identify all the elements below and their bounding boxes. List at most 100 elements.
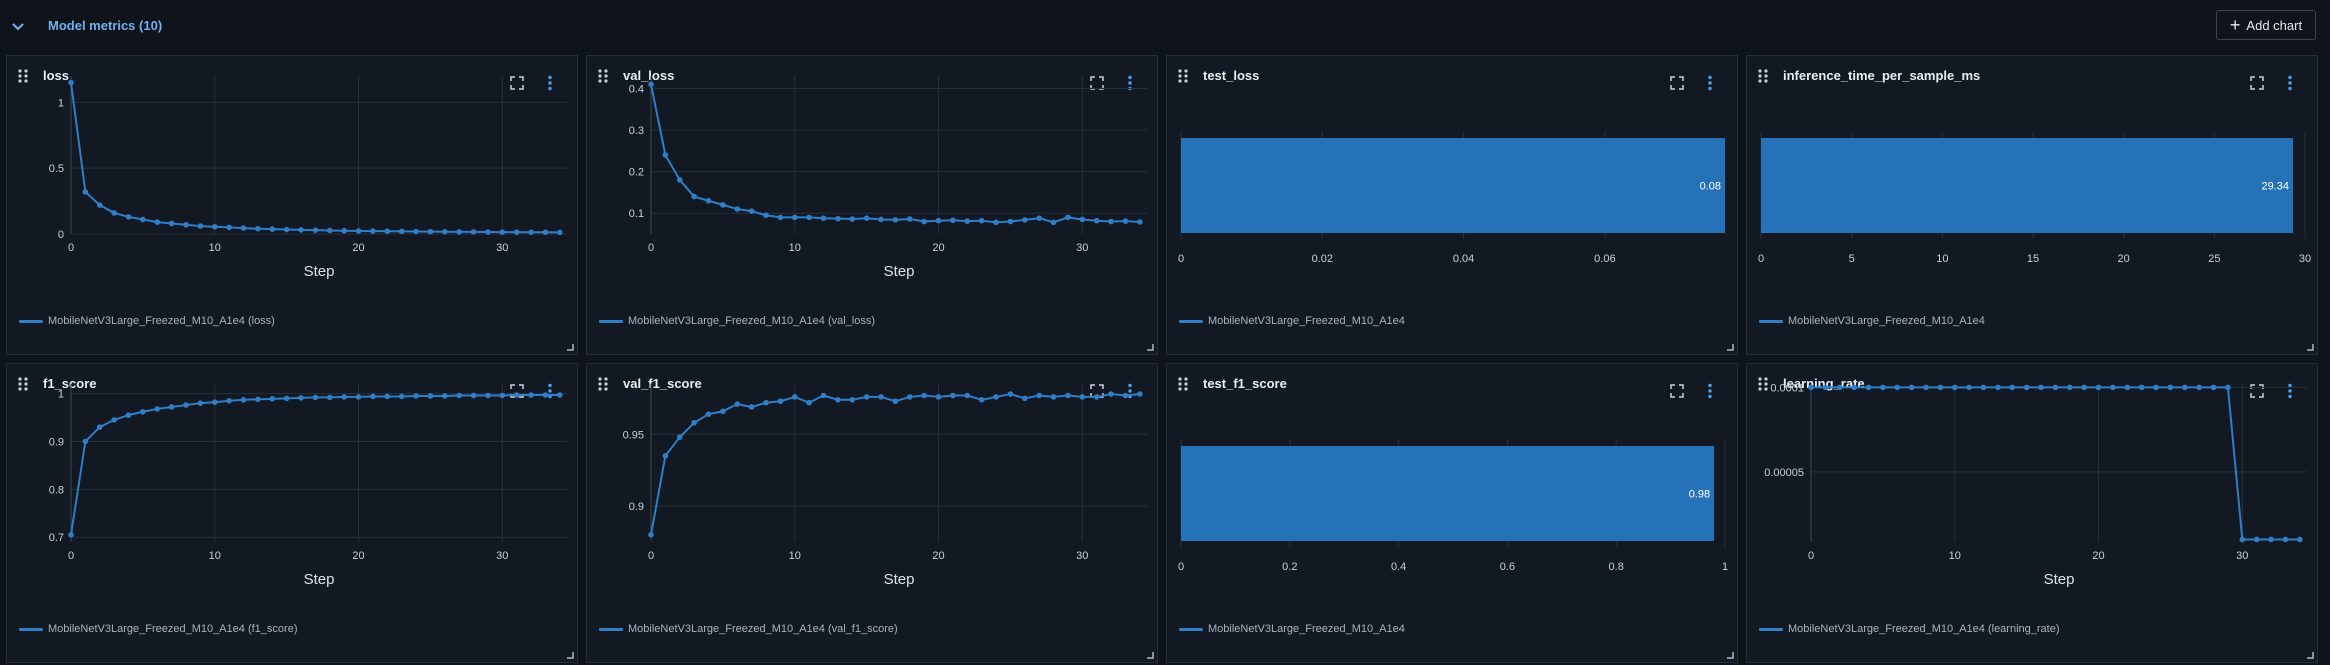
legend-item[interactable]: MobileNetV3Large_Freezed_M10_A1e4	[1179, 315, 1405, 327]
data-point	[96, 424, 103, 430]
data-point	[863, 215, 870, 221]
data-point	[921, 218, 927, 225]
resize-handle-icon[interactable]	[567, 652, 574, 659]
x-tick-label: 10	[789, 550, 801, 562]
data-point	[2225, 384, 2231, 391]
legend-label: MobileNetV3Large_Freezed_M10_A1e4 (loss)	[48, 315, 275, 327]
x-tick-label: 5	[1849, 253, 1855, 265]
data-point	[211, 399, 218, 405]
data-point	[676, 434, 683, 440]
data-point	[2153, 384, 2159, 391]
x-tick-label: 15	[2027, 253, 2039, 265]
legend-item[interactable]: MobileNetV3Large_Freezed_M10_A1e4 (val_l…	[599, 315, 875, 327]
legend-item[interactable]: MobileNetV3Large_Freezed_M10_A1e4	[1759, 315, 1985, 327]
data-point	[499, 229, 506, 235]
data-point	[68, 79, 74, 86]
series-line	[70, 394, 560, 535]
legend-item[interactable]: MobileNetV3Large_Freezed_M10_A1e4 (val_f…	[599, 623, 898, 635]
legend-item[interactable]: MobileNetV3Large_Freezed_M10_A1e4	[1179, 623, 1405, 635]
x-tick-label: 10	[1949, 550, 1961, 562]
data-point	[705, 411, 712, 417]
data-point	[1065, 214, 1071, 221]
data-point	[2081, 384, 2087, 391]
legend-swatch	[19, 319, 43, 323]
data-point	[1021, 217, 1028, 223]
data-point	[1865, 384, 1872, 391]
data-point	[648, 81, 654, 88]
x-tick-label: 20	[2118, 253, 2130, 265]
data-point	[82, 438, 89, 445]
legend-item[interactable]: MobileNetV3Large_Freezed_M10_A1e4 (f1_sc…	[19, 623, 297, 635]
data-point	[1079, 216, 1086, 223]
data-point	[964, 218, 971, 224]
data-point	[1079, 394, 1086, 400]
resize-handle-icon[interactable]	[2307, 344, 2314, 351]
legend-label: MobileNetV3Large_Freezed_M10_A1e4 (f1_sc…	[48, 623, 298, 635]
data-point	[125, 412, 132, 418]
data-point	[211, 223, 218, 230]
data-point	[125, 214, 132, 220]
data-point	[1923, 384, 1929, 391]
series-line	[1811, 386, 2300, 541]
data-point	[1808, 384, 1814, 391]
x-tick-label: 10	[209, 550, 221, 562]
data-point	[2210, 384, 2217, 391]
data-point	[528, 229, 534, 236]
data-point	[1995, 384, 2001, 391]
data-point	[892, 398, 899, 405]
resize-handle-icon[interactable]	[1727, 652, 1734, 659]
data-point	[2196, 384, 2202, 391]
resize-handle-icon[interactable]	[1147, 652, 1154, 659]
data-point	[485, 229, 491, 235]
chart-panel: loss MobileNetV3Large_Freezed_M10_A1e4 (l…	[6, 55, 578, 355]
legend-label: MobileNetV3Large_Freezed_M10_A1e4 (val_f…	[628, 623, 898, 635]
data-point	[691, 419, 697, 426]
data-point	[691, 193, 697, 200]
data-point	[935, 394, 942, 400]
data-point	[2138, 384, 2145, 391]
data-point	[648, 532, 654, 538]
data-point	[1050, 219, 1057, 226]
chart-panel: test_f1_score MobileNetV3Large_Freezed_M1…	[1166, 363, 1738, 663]
data-point	[2181, 384, 2188, 391]
x-tick-label: 30	[496, 550, 508, 562]
bar-value-label: 0.08	[1700, 181, 1721, 193]
y-tick-label: 0.5	[49, 163, 64, 175]
x-tick-label: 30	[1076, 242, 1088, 254]
data-point	[341, 227, 347, 234]
y-tick-label: 1	[58, 389, 64, 401]
resize-handle-icon[interactable]	[567, 344, 574, 351]
resize-handle-icon[interactable]	[1727, 344, 1734, 351]
legend-label: MobileNetV3Large_Freezed_M10_A1e4	[1208, 315, 1405, 327]
legend-swatch	[1179, 627, 1203, 631]
chart-plot: 0.9 0.95 0 10 20 30 Step	[623, 384, 1147, 588]
data-point	[748, 208, 755, 214]
x-tick-label: 20	[2092, 550, 2104, 562]
data-point	[993, 394, 999, 400]
data-point	[935, 217, 942, 224]
x-tick-label: 0	[68, 242, 74, 254]
data-point	[240, 397, 247, 403]
data-point	[1851, 384, 1857, 391]
resize-handle-icon[interactable]	[1147, 344, 1154, 351]
bar	[1181, 446, 1715, 541]
chart-panel: val_f1_score MobileNetV3Large_Freezed_M10…	[586, 363, 1158, 663]
x-tick-label: 0.02	[1312, 253, 1333, 265]
data-point	[557, 229, 563, 236]
y-tick-label: 0.2	[629, 167, 644, 179]
data-point	[806, 399, 812, 406]
data-point	[140, 216, 146, 223]
legend-swatch	[19, 627, 43, 631]
legend-item[interactable]: MobileNetV3Large_Freezed_M10_A1e4 (loss)	[19, 315, 275, 327]
data-point	[849, 397, 856, 403]
data-point	[326, 394, 333, 401]
data-point	[154, 406, 161, 412]
x-axis-label: Step	[304, 263, 335, 280]
data-point	[240, 225, 247, 231]
data-point	[2268, 536, 2274, 543]
data-point	[720, 202, 726, 208]
legend-item[interactable]: MobileNetV3Large_Freezed_M10_A1e4 (learn…	[1759, 623, 2060, 635]
chart-grid: loss MobileNetV3Large_Freezed_M10_A1e4 (l…	[0, 0, 2330, 665]
resize-handle-icon[interactable]	[2307, 652, 2314, 659]
x-tick-label: 10	[1936, 253, 1948, 265]
